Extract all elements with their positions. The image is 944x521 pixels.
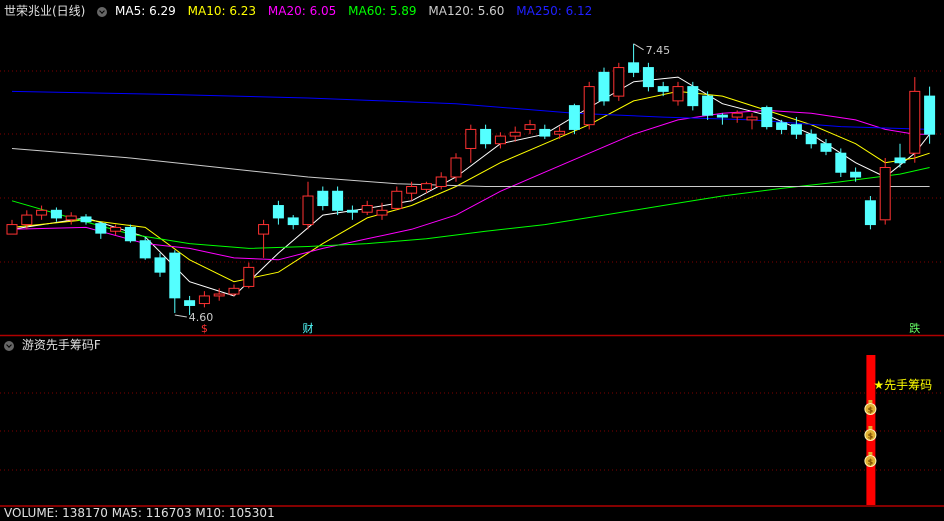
candle-body [139, 240, 151, 259]
candle-body [657, 86, 669, 92]
candle-body [879, 166, 891, 221]
dropdown-chevron-icon[interactable] [4, 340, 14, 351]
volume-header: VOLUME: 138170 MA5: 116703 M10: 105301 [4, 506, 275, 520]
candle-body [642, 67, 654, 88]
candle-body [820, 143, 832, 152]
candle-body [509, 131, 521, 137]
candle-body [583, 86, 595, 126]
candle-body [628, 62, 640, 73]
candle-body [894, 157, 906, 164]
event-marker: 跌 [909, 321, 920, 335]
money-bag-symbol: $ [868, 432, 874, 441]
money-bag-neck [868, 400, 873, 403]
candle-body [80, 216, 92, 223]
event-marker: $ [201, 322, 208, 335]
candle-body [864, 200, 876, 226]
ma10-label: MA10: 6.23 [187, 4, 257, 18]
candle-body [406, 186, 418, 194]
candle-body [687, 86, 699, 107]
candle-body [184, 300, 196, 306]
candle-body [450, 157, 462, 178]
candle-body [420, 183, 432, 190]
candle-body [36, 209, 48, 216]
low-pointer [174, 314, 187, 318]
candle-body [317, 190, 329, 207]
candle-body [391, 190, 403, 209]
money-bag-neck [868, 426, 873, 429]
ma250-label: MA250: 6.12 [516, 4, 593, 18]
candle-body [761, 107, 773, 128]
candle-body [835, 152, 847, 173]
candle-body [790, 124, 802, 135]
candle-body [465, 128, 477, 149]
candle-body [124, 226, 136, 242]
candle-body [95, 223, 107, 234]
candle-body [524, 124, 536, 130]
signal-label: ★先手筹码 [873, 378, 932, 392]
candle-body [346, 209, 358, 213]
event-marker: 财 [303, 321, 314, 335]
ma-lines [11, 76, 930, 297]
candle-body [731, 112, 743, 118]
money-bag-symbol: $ [868, 406, 874, 415]
candle-body [598, 71, 610, 102]
candle-body [228, 287, 240, 295]
candle-body [376, 209, 388, 216]
main-chart-header: 世荣兆业(日线) MA5: 6.29 MA10: 6.23 MA20: 6.05… [4, 3, 600, 19]
candle-body [672, 86, 684, 102]
candle-body [361, 205, 373, 213]
candle-body [198, 295, 210, 305]
candle-body [480, 128, 492, 145]
dropdown-chevron-icon[interactable] [97, 6, 108, 17]
chart-canvas[interactable]: 7.454.60$ 财跌★先手筹码$$$ [0, 0, 944, 513]
candle-body [272, 205, 284, 219]
high-pointer [633, 43, 644, 51]
ma5-label: MA5: 6.29 [115, 4, 176, 18]
candle-body [213, 293, 225, 297]
candle-body [258, 224, 270, 235]
candle-body [110, 226, 122, 232]
candle-body [909, 90, 921, 154]
candle-body [554, 130, 566, 135]
ma-line-ma250 [11, 90, 930, 130]
ma120-label: MA120: 5.60 [428, 4, 505, 18]
money-bag-symbol: $ [868, 458, 874, 467]
money-bag-neck [868, 452, 873, 455]
candle-body [746, 116, 758, 121]
indicator-title: 游资先手筹码F [21, 338, 101, 352]
candle-body [169, 252, 181, 299]
candle-body [6, 224, 18, 235]
candle-body [21, 214, 33, 226]
candle-body [65, 215, 77, 221]
candle-body [243, 266, 255, 287]
candle-body [494, 135, 506, 145]
candle-body [287, 217, 299, 226]
candle-body [568, 105, 580, 130]
candle-body [539, 128, 551, 137]
high-price-label: 7.45 [646, 44, 671, 57]
candle-body [716, 114, 728, 118]
candle-body [435, 176, 447, 188]
candles [6, 43, 936, 315]
candle-body [850, 171, 862, 178]
candle-body [154, 257, 166, 273]
sub-chart-header: 游资先手筹码F [4, 337, 101, 353]
candle-body [302, 195, 314, 226]
candle-body [50, 209, 62, 219]
candle-body [776, 122, 788, 130]
candle-body [805, 133, 817, 145]
candle-body [613, 67, 625, 97]
ma60-label: MA60: 5.89 [348, 4, 417, 18]
stock-title: 世荣兆业(日线) [4, 4, 86, 18]
ma-line-ma60 [11, 167, 930, 249]
candle-body [332, 190, 344, 211]
ma20-label: MA20: 6.05 [267, 4, 337, 18]
candle-body [702, 95, 714, 116]
candle-body [924, 95, 936, 135]
